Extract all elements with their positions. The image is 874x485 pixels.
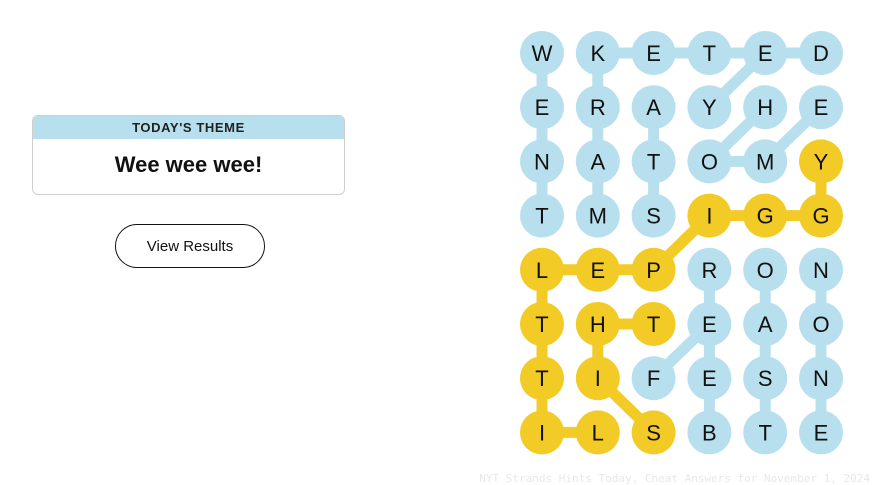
cell-letter: E	[814, 420, 829, 445]
letter-cell[interactable]: H	[575, 302, 620, 346]
cell-letter: S	[758, 366, 773, 391]
letter-cell[interactable]: E	[687, 356, 732, 401]
letter-cell[interactable]: T	[743, 410, 788, 455]
letter-cell[interactable]: I	[575, 356, 620, 401]
letter-cell[interactable]: Y	[799, 139, 843, 184]
letter-cell[interactable]: E	[575, 247, 620, 292]
cell-letter: K	[590, 41, 605, 66]
letter-cell[interactable]: Y	[687, 85, 732, 130]
letter-cell[interactable]: R	[575, 85, 620, 130]
letter-cell[interactable]: T	[687, 31, 732, 75]
letter-cell[interactable]: E	[631, 31, 676, 75]
letter-cell[interactable]: P	[631, 247, 676, 292]
cell-letter: O	[701, 149, 718, 174]
letter-cell[interactable]: G	[799, 193, 843, 238]
letter-cell[interactable]: R	[687, 247, 732, 292]
cell-letter: T	[535, 204, 548, 229]
letter-cell[interactable]: S	[631, 193, 676, 238]
cell-letter: H	[590, 312, 606, 337]
cell-letter: P	[646, 258, 661, 283]
cell-letter: I	[706, 204, 712, 229]
cell-letter: R	[590, 95, 606, 120]
letter-cell[interactable]: M	[743, 139, 788, 184]
cell-letter: O	[757, 258, 774, 283]
cell-letter: E	[646, 41, 661, 66]
cell-letter: E	[590, 258, 605, 283]
letter-cell[interactable]: E	[520, 85, 564, 130]
letter-cell[interactable]: S	[743, 356, 788, 401]
cell-letter: E	[702, 366, 717, 391]
cell-letter: L	[592, 420, 604, 445]
letter-cell[interactable]: A	[575, 139, 620, 184]
cell-letter: D	[813, 41, 829, 66]
letter-cell[interactable]: T	[631, 302, 676, 346]
cell-letter: S	[646, 204, 661, 229]
cell-letter: I	[595, 366, 601, 391]
strands-board: W K E T E D E R A Y H E N A T O M Y T M S I G G L E P R O N T H T E A O T I F E…	[520, 31, 843, 455]
cell-letter: G	[812, 204, 829, 229]
letter-cell[interactable]: W	[520, 31, 564, 75]
letter-cell[interactable]: L	[575, 410, 620, 455]
letter-cell[interactable]: B	[687, 410, 732, 455]
letter-cell[interactable]: O	[799, 302, 843, 346]
cell-letter: H	[757, 95, 773, 120]
cell-letter: T	[703, 41, 716, 66]
letter-cell[interactable]: M	[575, 193, 620, 238]
cell-letter: E	[702, 312, 717, 337]
letter-cell[interactable]: S	[631, 410, 676, 455]
letter-cell[interactable]: K	[575, 31, 620, 75]
letter-cell[interactable]: O	[687, 139, 732, 184]
cell-letter: A	[758, 312, 773, 337]
letter-cell[interactable]: T	[520, 356, 564, 401]
letter-cell[interactable]: N	[799, 356, 843, 401]
letter-cell[interactable]: T	[520, 302, 564, 346]
letter-cell[interactable]: F	[631, 356, 676, 401]
letter-cell[interactable]: E	[799, 85, 843, 130]
cell-letter: M	[589, 204, 607, 229]
cell-letter: B	[702, 420, 717, 445]
cell-letter: E	[535, 95, 550, 120]
cell-letter: W	[532, 41, 553, 66]
letter-cell[interactable]: A	[631, 85, 676, 130]
cell-letter: E	[814, 95, 829, 120]
letter-cell[interactable]: E	[743, 31, 788, 75]
letter-cell[interactable]: A	[743, 302, 788, 346]
cell-letter: L	[536, 258, 548, 283]
letter-cell[interactable]: O	[743, 247, 788, 292]
cell-letter: A	[590, 149, 605, 174]
letter-cell[interactable]: T	[631, 139, 676, 184]
letter-cell[interactable]: I	[520, 410, 564, 455]
cell-letter: S	[646, 420, 661, 445]
cell-letter: T	[758, 420, 771, 445]
cell-letter: T	[647, 312, 660, 337]
letter-cell[interactable]: D	[799, 31, 843, 75]
letter-cell[interactable]: T	[520, 193, 564, 238]
cell-letter: O	[812, 312, 829, 337]
cell-letter: T	[535, 312, 548, 337]
cell-letter: Y	[814, 149, 829, 174]
cell-letter: F	[647, 366, 660, 391]
watermark: NYT Strands Hints Today, Cheat Answers f…	[479, 472, 870, 485]
cell-letter: T	[647, 149, 660, 174]
letter-cell[interactable]: H	[743, 85, 788, 130]
cell-letter: M	[756, 149, 774, 174]
cell-letter: N	[813, 366, 829, 391]
letter-cell[interactable]: E	[799, 410, 843, 455]
cell-letter: N	[813, 258, 829, 283]
letter-cell[interactable]: N	[520, 139, 564, 184]
cell-letter: I	[539, 420, 545, 445]
letter-cell[interactable]: L	[520, 247, 564, 292]
letter-cell[interactable]: E	[687, 302, 732, 346]
cell-letter: N	[534, 149, 550, 174]
letter-cell[interactable]: I	[687, 193, 732, 238]
cell-letter: A	[646, 95, 661, 120]
cell-letter: Y	[702, 95, 717, 120]
cell-letter: G	[757, 204, 774, 229]
letter-cell[interactable]: G	[743, 193, 788, 238]
letter-cell[interactable]: N	[799, 247, 843, 292]
cell-letter: T	[535, 366, 548, 391]
cell-letter: E	[758, 41, 773, 66]
cell-letter: R	[701, 258, 717, 283]
